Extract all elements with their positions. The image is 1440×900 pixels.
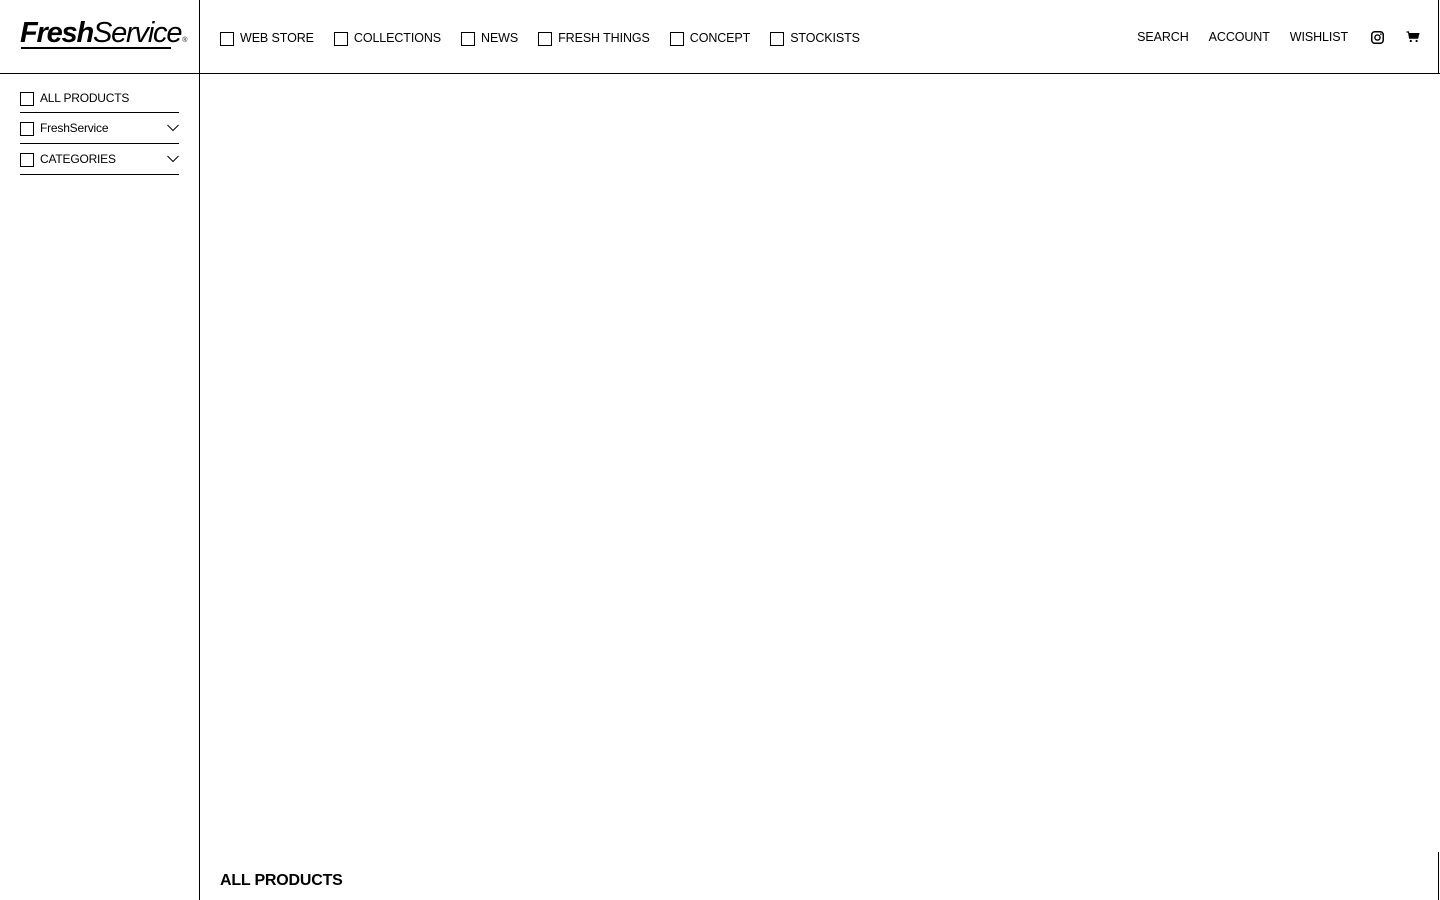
main-nav: WEB STORE COLLECTIONS NEWS FRESH THINGS … — [220, 30, 880, 46]
sidebar-item-label: FreshService — [40, 121, 109, 135]
nav-item-collections[interactable]: COLLECTIONS — [333, 31, 442, 46]
instagram-icon[interactable] — [1370, 30, 1384, 44]
chevron-down-icon[interactable] — [167, 155, 179, 163]
nav-item-fresh-things[interactable]: FRESH THINGS — [538, 31, 650, 46]
right-edge-line — [1438, 0, 1439, 74]
main-content: ALL PRODUCTS — [200, 74, 1438, 900]
checkbox-icon — [333, 32, 348, 46]
logo-cell: FreshService® — [0, 0, 200, 73]
sidebar-item-label: ALL PRODUCTS — [40, 91, 130, 105]
sidebar-item-label: CATEGORIES — [40, 152, 116, 166]
logo-registered-mark: ® — [182, 37, 187, 44]
nav-item-web-store[interactable]: WEB STORE — [220, 31, 314, 46]
account-link[interactable]: ACCOUNT — [1209, 30, 1270, 44]
sidebar-item-all-products[interactable]: ALL PRODUCTS — [20, 88, 179, 113]
sidebar-item-categories[interactable]: CATEGORIES — [20, 144, 179, 175]
checkbox-icon — [20, 153, 34, 167]
nav-label: COLLECTIONS — [353, 31, 442, 45]
utility-nav: SEARCH ACCOUNT WISHLIST — [1117, 29, 1420, 45]
checkbox-icon — [20, 92, 34, 106]
logo-text-service: Service — [92, 17, 183, 49]
search-link[interactable]: SEARCH — [1137, 30, 1189, 44]
checkbox-icon — [220, 32, 234, 46]
nav-label: FRESH THINGS — [558, 31, 650, 45]
right-edge-line-bottom — [1438, 852, 1439, 900]
brand-logo[interactable]: FreshService® — [20, 17, 187, 57]
chevron-down-icon[interactable] — [167, 124, 179, 132]
sidebar-list: ALL PRODUCTS FreshService CATEGORIES — [20, 88, 179, 175]
logo-underline — [21, 47, 171, 49]
nav-label: CONCEPT — [689, 31, 751, 45]
checkbox-icon — [20, 122, 34, 136]
sidebar: ALL PRODUCTS FreshService CATEGORIES — [0, 74, 200, 900]
checkbox-icon — [461, 32, 476, 46]
checkbox-icon — [669, 32, 684, 46]
page: FreshService® WEB STORE COLLECTIONS NEWS… — [0, 0, 1440, 900]
logo-text-fresh: Fresh — [20, 17, 94, 49]
sidebar-item-freshservice[interactable]: FreshService — [20, 113, 179, 144]
nav-label: NEWS — [481, 31, 519, 45]
nav-label: WEB STORE — [240, 31, 314, 45]
wishlist-link[interactable]: WISHLIST — [1290, 30, 1348, 44]
nav-item-news[interactable]: NEWS — [461, 31, 519, 46]
cart-icon[interactable] — [1406, 30, 1420, 44]
nav-item-stockists[interactable]: STOCKISTS — [770, 31, 860, 46]
checkbox-icon — [770, 32, 785, 46]
nav-item-concept[interactable]: CONCEPT — [669, 31, 751, 46]
site-header: FreshService® WEB STORE COLLECTIONS NEWS… — [0, 0, 1440, 74]
page-title: ALL PRODUCTS — [220, 872, 343, 889]
nav-label: STOCKISTS — [790, 31, 860, 45]
checkbox-icon — [538, 32, 553, 46]
